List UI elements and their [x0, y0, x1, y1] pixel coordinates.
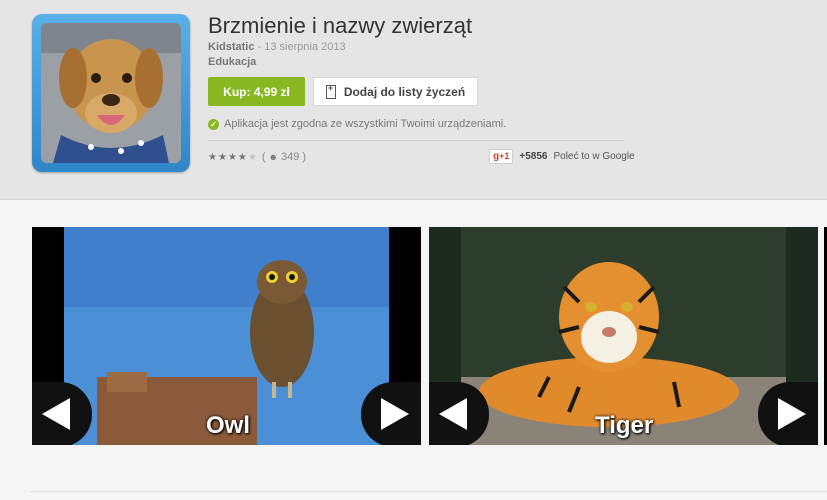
- buy-button-label: Kup: 4,99 zł: [223, 84, 290, 99]
- next-screenshot-button[interactable]: [758, 382, 818, 445]
- developer-link[interactable]: Kidstatic: [208, 41, 254, 53]
- divider: [208, 140, 624, 141]
- prev-screenshot-button[interactable]: [32, 382, 92, 445]
- prev-screenshot-button[interactable]: [429, 382, 489, 445]
- star-icon: ★: [227, 151, 237, 163]
- recommend-text: Poleć to w Google: [553, 151, 635, 162]
- add-to-wishlist-button[interactable]: Dodaj do listy życzeń: [313, 77, 478, 106]
- arrow-left-icon: [42, 398, 70, 430]
- section-divider: [30, 491, 827, 492]
- category-link[interactable]: Edukacja: [208, 56, 256, 68]
- arrow-right-icon: [778, 398, 806, 430]
- google-plus-widget: g+1 +5856 Poleć to w Google: [489, 149, 635, 164]
- rating-count[interactable]: ( ☻ 349): [262, 151, 306, 163]
- star-empty-icon: ★: [247, 151, 257, 163]
- rating: ★ ★ ★ ★ ★ ( ☻ 349): [208, 151, 306, 163]
- release-date: - 13 sierpnia 2013: [254, 41, 346, 53]
- wishlist-label: Dodaj do listy życzeń: [343, 84, 466, 99]
- screenshots-carousel: Owl Tiger: [0, 227, 827, 445]
- compatibility-text: Aplikacja jest zgodna ze wszystkimi Twoi…: [224, 118, 507, 130]
- plus-count: +5856: [519, 151, 548, 162]
- dog-photo: [41, 23, 181, 163]
- screenshot-owl[interactable]: Owl: [32, 227, 421, 445]
- star-icon: ★: [237, 151, 247, 163]
- buy-button[interactable]: Kup: 4,99 zł: [208, 77, 305, 106]
- star-icon: ★: [217, 151, 227, 163]
- arrow-left-icon: [439, 398, 467, 430]
- app-icon: [32, 14, 190, 172]
- app-header: Brzmienie i nazwy zwierząt Kidstatic - 1…: [0, 0, 827, 200]
- google-plus-button[interactable]: g+1: [489, 149, 514, 164]
- user-icon: ☻: [268, 152, 278, 162]
- bookmark-plus-icon: [325, 83, 336, 99]
- screenshot-caption: Owl: [206, 412, 251, 439]
- check-circle-icon: ✓: [208, 118, 219, 130]
- star-icon: ★: [208, 151, 217, 163]
- app-meta: Kidstatic - 13 sierpnia 2013: [208, 41, 346, 53]
- compatibility-note: ✓ Aplikacja jest zgodna ze wszystkimi Tw…: [208, 118, 506, 130]
- screenshot-caption: Tiger: [595, 412, 654, 439]
- screenshot-tiger[interactable]: Tiger: [429, 227, 818, 445]
- arrow-right-icon: [381, 398, 409, 430]
- next-screenshot-button[interactable]: [361, 382, 421, 445]
- rating-count-value: 349: [281, 151, 300, 163]
- app-title: Brzmienie i nazwy zwierząt: [208, 13, 473, 38]
